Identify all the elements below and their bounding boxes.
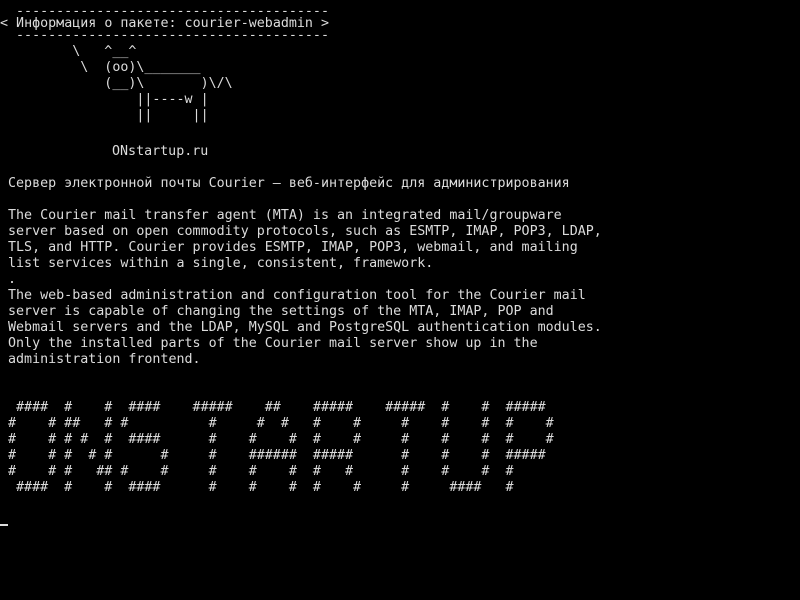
description-line: list services within a single, consisten…	[8, 256, 434, 271]
description-line: server based on open commodity protocols…	[8, 224, 602, 239]
cowsay-cow-art-line: (__)\ )\/\	[8, 76, 233, 91]
description-line: Only the installed parts of the Courier …	[8, 336, 538, 351]
site-label: ONstartup.ru	[112, 144, 209, 159]
description-line: administration frontend.	[8, 352, 201, 367]
terminal-screen[interactable]: --------------------------------------- …	[0, 0, 800, 600]
description-line: The web-based administration and configu…	[8, 288, 586, 303]
cowsay-cow-art-line: ||----w |	[8, 92, 209, 107]
onstartup-ascii-banner-line: # # # # # #### # # # # # # # # # #	[8, 432, 554, 447]
description-line: server is capable of changing the settin…	[8, 304, 554, 319]
onstartup-ascii-banner-line: # # # ## # # # # # # # # # # #	[8, 464, 514, 479]
onstartup-ascii-banner-line: # # # # # # # ###### ##### # # # #####	[8, 448, 546, 463]
description-line: Webmail servers and the LDAP, MySQL and …	[8, 320, 602, 335]
package-title: Сервер электронной почты Courier — веб-и…	[8, 176, 570, 191]
text-cursor	[0, 524, 8, 526]
description-line: TLS, and HTTP. Courier provides ESMTP, I…	[8, 240, 578, 255]
description-line: The Courier mail transfer agent (MTA) is…	[8, 208, 562, 223]
paragraph-separator: .	[8, 272, 17, 287]
onstartup-ascii-banner-line: # # ## # # # # # # # # # # # #	[8, 416, 554, 431]
onstartup-ascii-banner-line: #### # # #### # # # # # # #### #	[8, 480, 514, 495]
cowsay-cow-art-line: \ ^__^	[8, 44, 137, 59]
cowsay-cow-art-line: || ||	[8, 108, 209, 123]
cowsay-border-bottom: ---------------------------------------	[8, 28, 329, 43]
onstartup-ascii-banner-line: #### # # #### ##### ## ##### ##### # # #…	[8, 400, 546, 415]
cowsay-cow-art-line: \ (oo)\_______	[8, 60, 201, 75]
